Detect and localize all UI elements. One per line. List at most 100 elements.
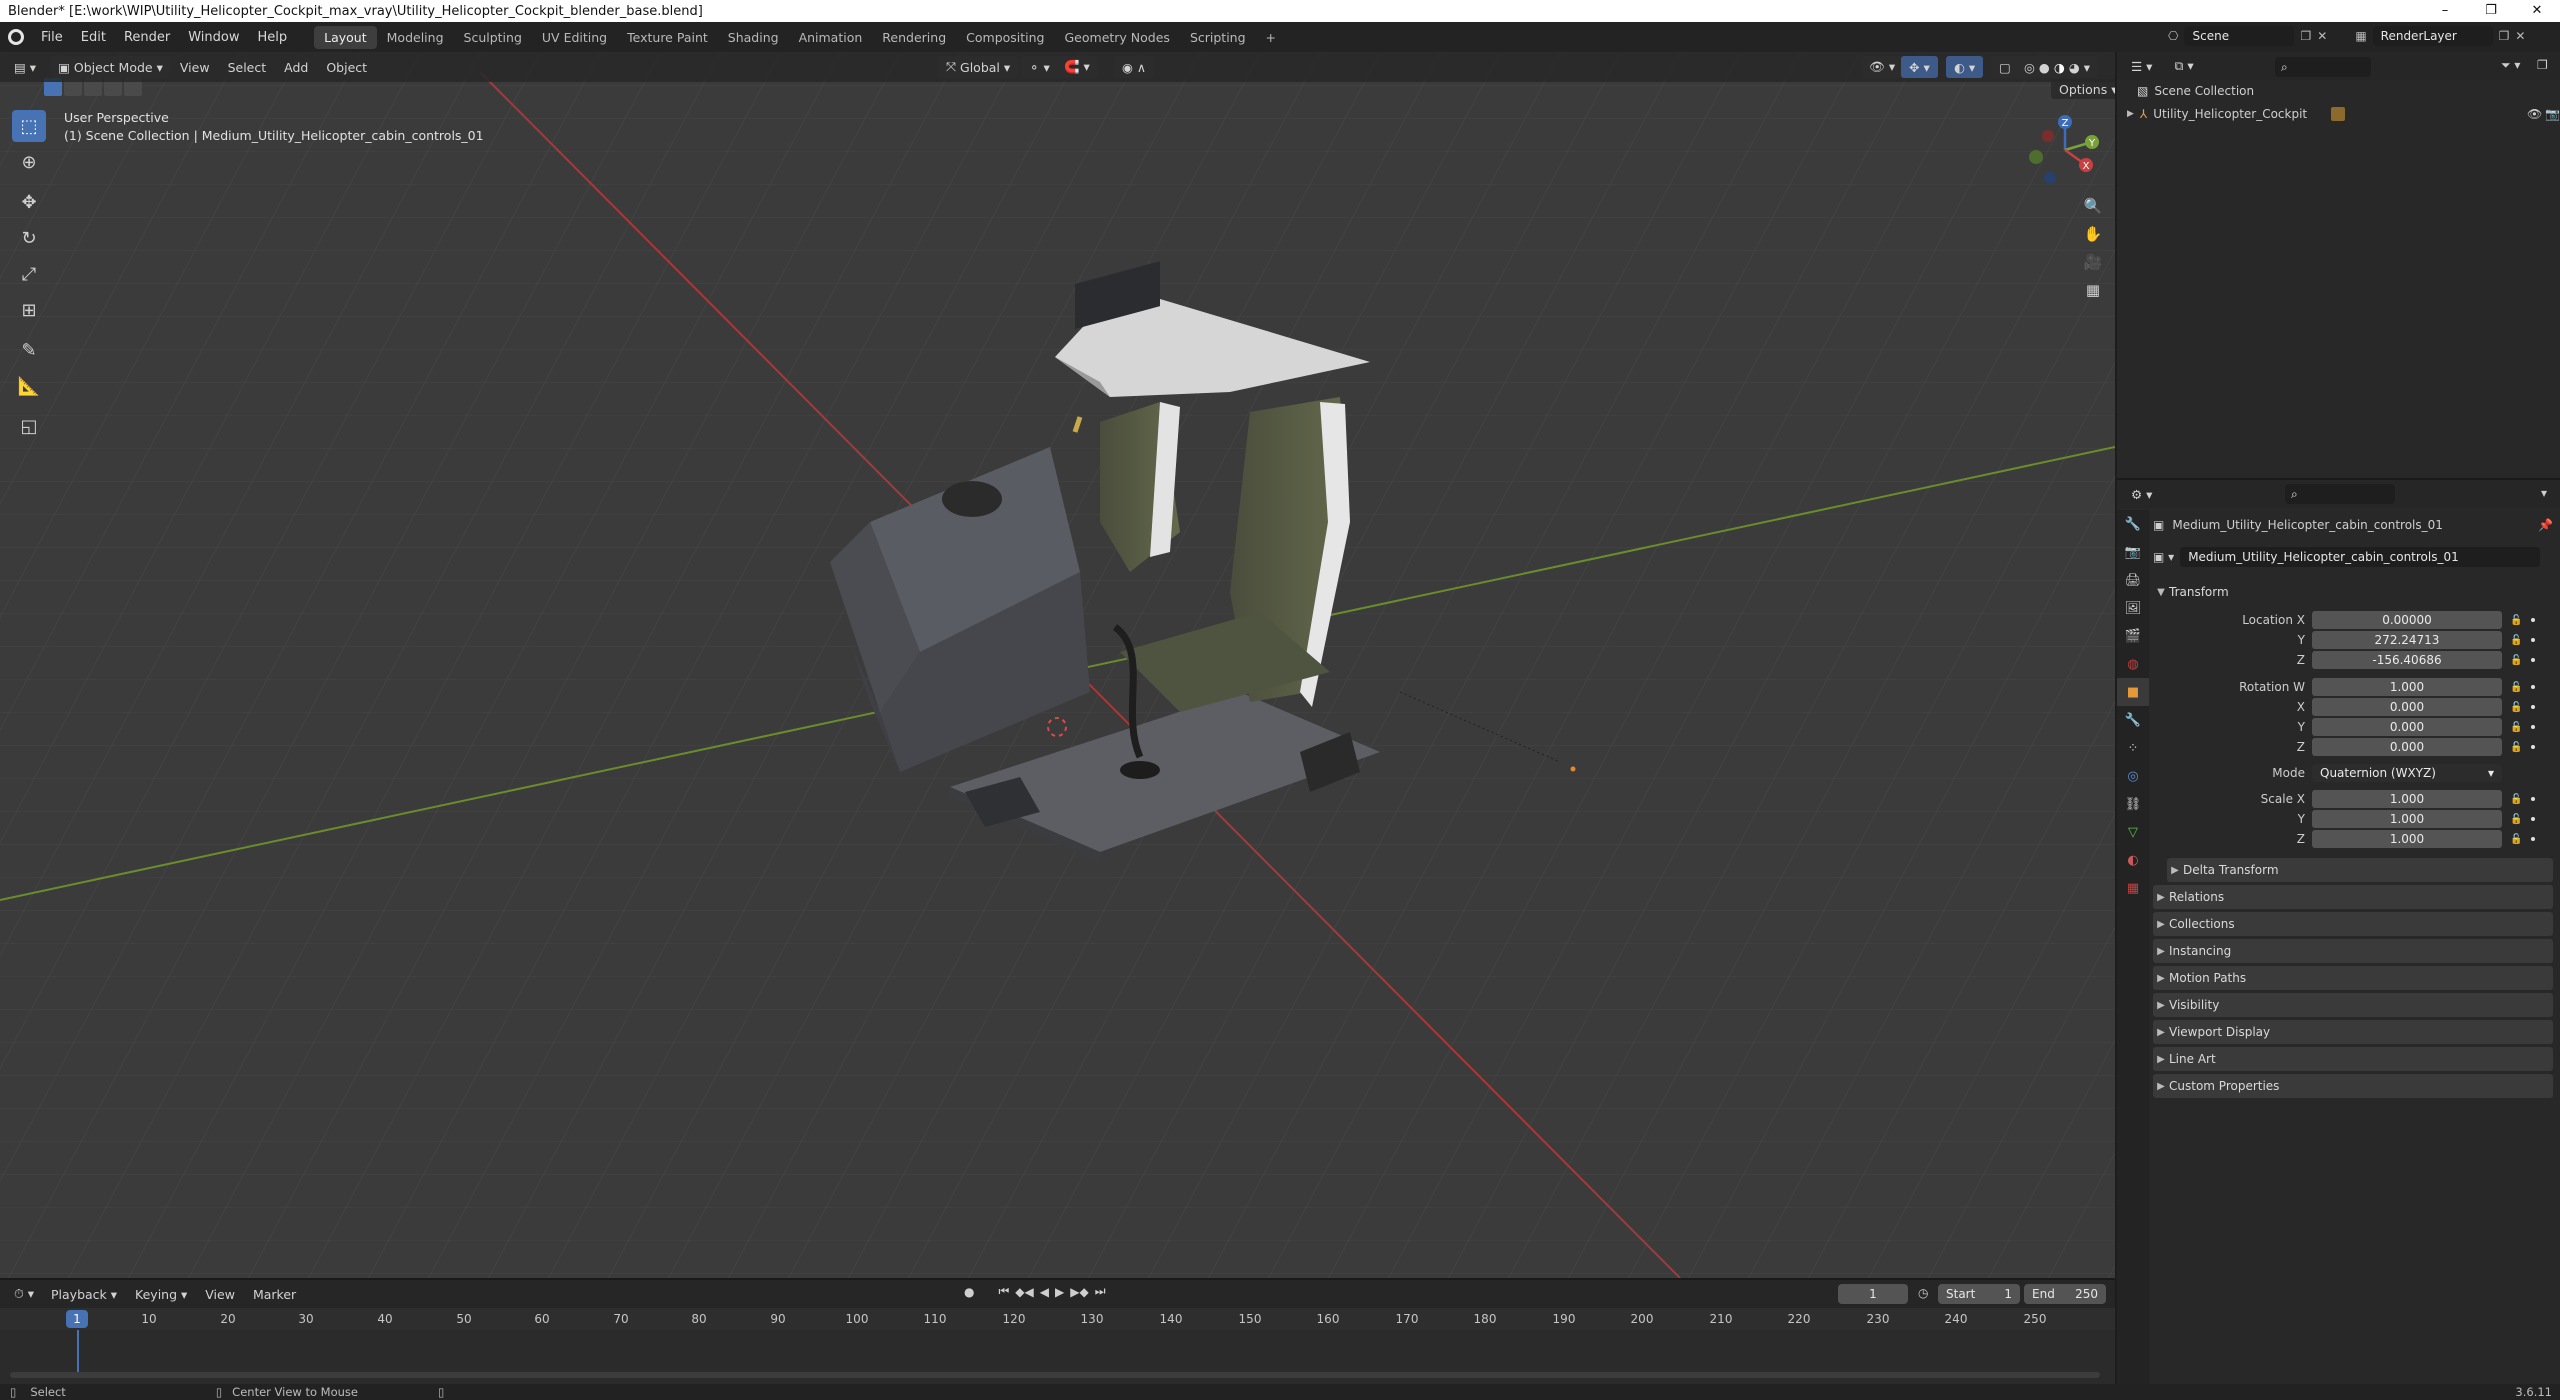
viewport-display-panel[interactable]: ▶ Viewport Display (2153, 1020, 2553, 1044)
menu-file[interactable]: File (32, 30, 72, 45)
pan-hand-icon[interactable]: ✋ (2079, 220, 2107, 248)
menu-edit[interactable]: Edit (72, 30, 115, 45)
options-button[interactable]: Options ▾ (2051, 79, 2115, 99)
lock-icon[interactable]: 🔓 (2510, 635, 2522, 646)
motion-paths-panel[interactable]: ▶ Motion Paths (2153, 966, 2553, 990)
prev-keyframe-icon[interactable]: ◆◀ (1015, 1285, 1033, 1299)
collections-panel[interactable]: ▶ Collections (2153, 912, 2553, 936)
ortho-toggle-icon[interactable]: ▦ (2079, 276, 2107, 304)
lock-icon[interactable]: 🔓 (2510, 834, 2522, 845)
render-tab-icon[interactable]: 📷 (2117, 538, 2149, 566)
outliner-item-row[interactable]: ▶ ⅄ Utility_Helicopter_Cockpit 👁 📷 (2127, 104, 2560, 124)
close-icon[interactable]: ✕ (2514, 0, 2560, 22)
filter-icon[interactable]: ⏷ ▾ (2501, 58, 2520, 73)
rotate-tool-icon[interactable]: ↻ (12, 222, 46, 254)
transform-panel-header[interactable]: ▼ Transform (2153, 580, 2553, 604)
tab-texture-paint[interactable]: Texture Paint (617, 26, 718, 49)
new-scene-icon[interactable]: ❐ (2300, 29, 2311, 43)
scene-collection-row[interactable]: ▧ Scene Collection (2137, 84, 2254, 98)
measure-tool-icon[interactable]: 📐 (12, 370, 46, 402)
keyframe-dot-icon[interactable] (2531, 638, 2535, 642)
menu-window[interactable]: Window (179, 30, 248, 45)
relations-panel[interactable]: ▶ Relations (2153, 885, 2553, 909)
pin-icon[interactable]: 📌 (2538, 518, 2553, 532)
timeline-scrollbar[interactable] (10, 1372, 2100, 1378)
keyframe-dot-icon[interactable] (2531, 745, 2535, 749)
menu-render[interactable]: Render (115, 30, 179, 45)
tool-tab-icon[interactable]: 🔧 (2117, 510, 2149, 538)
transform-tool-icon[interactable]: ⊞ (12, 294, 46, 326)
scale-x-field[interactable]: 1.000 (2312, 790, 2502, 808)
lock-icon[interactable]: 🔓 (2510, 702, 2522, 713)
new-collection-icon[interactable]: ❐ (2537, 58, 2548, 72)
jump-end-icon[interactable]: ⏭ (1095, 1284, 1106, 1299)
viewport-menu-object[interactable]: Object (317, 60, 376, 75)
add-cube-tool-icon[interactable]: ◱ (12, 410, 46, 442)
timeline-menu-marker[interactable]: Marker (244, 1287, 305, 1302)
keyframe-dot-icon[interactable] (2531, 837, 2535, 841)
scene-icon[interactable]: ⎔ (2168, 29, 2178, 43)
current-frame-indicator[interactable]: 1 (66, 1310, 88, 1328)
gizmo-neg-z-icon[interactable] (2044, 172, 2056, 184)
tab-compositing[interactable]: Compositing (956, 26, 1054, 49)
timeline-menu-playback[interactable]: Playback ▾ (42, 1287, 126, 1302)
add-workspace-icon[interactable]: + (1256, 26, 1286, 49)
wireframe-shading-icon[interactable]: ◎ (2024, 60, 2035, 75)
render-camera-icon[interactable]: 📷 (2545, 107, 2560, 121)
location-x-field[interactable]: 0.00000 (2312, 611, 2502, 629)
proportional-edit-icon[interactable]: ◉ ∧ (1114, 56, 1155, 78)
tab-modeling[interactable]: Modeling (377, 26, 454, 49)
tab-shading[interactable]: Shading (718, 26, 789, 49)
play-icon[interactable]: ▶ (1055, 1285, 1064, 1299)
playhead-line[interactable] (77, 1330, 79, 1378)
delta-transform-panel[interactable]: ▶ Delta Transform (2167, 858, 2553, 882)
rotation-y-field[interactable]: 0.000 (2312, 718, 2502, 736)
record-icon[interactable]: ● (964, 1285, 974, 1299)
rotation-x-field[interactable]: 0.000 (2312, 698, 2502, 716)
object-selector-icon[interactable]: ▣ ▾ (2153, 550, 2174, 564)
outliner-search-input[interactable]: ⌕ (2275, 57, 2371, 77)
instancing-panel[interactable]: ▶ Instancing (2153, 939, 2553, 963)
output-tab-icon[interactable]: 🖨 (2117, 566, 2149, 594)
visibility-eye-icon[interactable]: 👁 (2527, 107, 2542, 121)
viewport-menu-add[interactable]: Add (275, 60, 317, 75)
gizmo-neg-y-icon[interactable] (2029, 150, 2043, 164)
keyframe-dot-icon[interactable] (2531, 705, 2535, 709)
scale-z-field[interactable]: 1.000 (2312, 830, 2502, 848)
shading-modes[interactable]: ◎ ● ◑ ◕ ▾ (2016, 56, 2098, 78)
lock-icon[interactable]: 🔓 (2510, 722, 2522, 733)
material-shading-icon[interactable]: ◑ (2054, 60, 2065, 75)
end-frame-field[interactable]: End 250 (2024, 1284, 2106, 1304)
tab-geometry-nodes[interactable]: Geometry Nodes (1055, 26, 1180, 49)
keyframe-dot-icon[interactable] (2531, 725, 2535, 729)
delete-scene-icon[interactable]: ✕ (2317, 29, 2327, 43)
annotate-tool-icon[interactable]: ✎ (12, 334, 46, 366)
keyframe-dot-icon[interactable] (2531, 817, 2535, 821)
scene-selector[interactable]: Scene (2184, 26, 2295, 46)
current-frame-field[interactable]: 1 (1838, 1284, 1908, 1304)
expand-arrow-icon[interactable]: ▶ (2127, 109, 2134, 119)
new-layer-icon[interactable]: ❐ (2499, 29, 2510, 43)
play-reverse-icon[interactable]: ◀ (1040, 1285, 1049, 1299)
transform-orientation[interactable]: ⤧ Global ▾ (938, 56, 1019, 78)
tab-sculpting[interactable]: Sculpting (454, 26, 532, 49)
xray-icon[interactable]: ▢ (1991, 56, 2019, 78)
properties-options-icon[interactable]: ▾ (2541, 486, 2547, 500)
render-layer-selector[interactable]: RenderLayer (2372, 26, 2493, 46)
timeline-editor-type-icon[interactable]: ⏱ ▾ (6, 1283, 42, 1305)
viewport-canvas[interactable] (0, 52, 2115, 1278)
render-layer-icon[interactable]: ▦ (2355, 29, 2366, 43)
next-keyframe-icon[interactable]: ▶◆ (1070, 1285, 1088, 1299)
custom-properties-panel[interactable]: ▶ Custom Properties (2153, 1074, 2553, 1098)
blender-logo-icon[interactable] (8, 29, 24, 45)
timeline-menu-keying[interactable]: Keying ▾ (126, 1287, 196, 1302)
tab-rendering[interactable]: Rendering (872, 26, 956, 49)
pivot-point-icon[interactable]: ⚬ ▾ (1021, 56, 1058, 78)
rotation-z-field[interactable]: 0.000 (2312, 738, 2502, 756)
rendered-shading-icon[interactable]: ◕ (2069, 60, 2080, 75)
line-art-panel[interactable]: ▶ Line Art (2153, 1047, 2553, 1071)
properties-search-input[interactable]: ⌕ (2285, 484, 2395, 504)
3d-viewport[interactable]: ▤ ▾ ▣ Object Mode ▾ View Select Add Objec… (0, 52, 2115, 1278)
lock-icon[interactable]: 🔓 (2510, 655, 2522, 666)
visibility-selectability-icon[interactable]: 👁 ▾ (1861, 56, 1904, 78)
